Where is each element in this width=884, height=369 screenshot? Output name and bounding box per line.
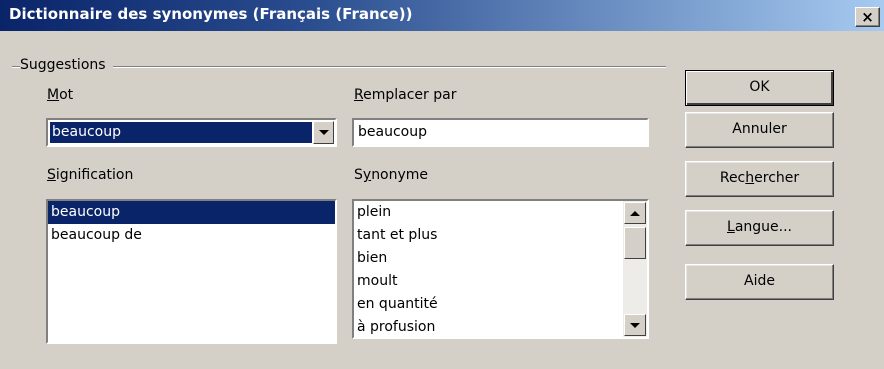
search-button[interactable]: Rechercher (685, 161, 834, 197)
list-item[interactable]: bien (354, 247, 647, 270)
replace-input[interactable]: beaucoup (352, 118, 649, 147)
cancel-button[interactable]: Annuler (685, 112, 834, 148)
close-button[interactable]: × (855, 7, 880, 27)
word-combobox-value[interactable]: beaucoup (50, 122, 312, 143)
replace-label: Remplacer par (354, 87, 457, 103)
list-item[interactable]: beaucoup de (48, 224, 335, 247)
word-combobox[interactable]: beaucoup (46, 118, 337, 147)
synonym-scrollbar[interactable] (623, 201, 647, 337)
suggestions-group-label: Suggestions (20, 57, 113, 73)
synonym-listbox[interactable]: plein tant et plus bien moult en quantit… (352, 199, 649, 339)
list-item[interactable]: beaucoup (48, 201, 335, 224)
list-item[interactable]: tant et plus (354, 224, 647, 247)
meaning-listbox[interactable]: beaucoup beaucoup de (46, 199, 337, 344)
meaning-label: Signification (47, 167, 134, 183)
word-label: Mot (47, 87, 74, 103)
list-item[interactable]: plein (354, 201, 647, 224)
scroll-up-button[interactable] (624, 202, 646, 224)
synonym-label: Synonyme (354, 167, 429, 183)
language-button[interactable]: Langue... (685, 210, 834, 246)
chevron-up-icon (630, 210, 640, 216)
list-item[interactable]: moult (354, 270, 647, 293)
list-item[interactable]: à profusion (354, 316, 647, 337)
list-item[interactable]: en quantité (354, 293, 647, 316)
word-dropdown-button[interactable] (313, 121, 334, 144)
scroll-down-button[interactable] (624, 314, 646, 336)
thesaurus-dialog: Dictionnaire des synonymes (Français (Fr… (0, 0, 884, 369)
chevron-down-icon (630, 322, 640, 328)
close-icon: × (861, 7, 874, 26)
window-title: Dictionnaire des synonymes (Français (Fr… (9, 5, 413, 23)
title-bar[interactable]: Dictionnaire des synonymes (Français (Fr… (0, 0, 884, 31)
scroll-thumb[interactable] (624, 227, 646, 259)
help-button[interactable]: Aide (685, 264, 834, 300)
ok-button[interactable]: OK (685, 70, 834, 106)
chevron-down-icon (318, 130, 329, 135)
